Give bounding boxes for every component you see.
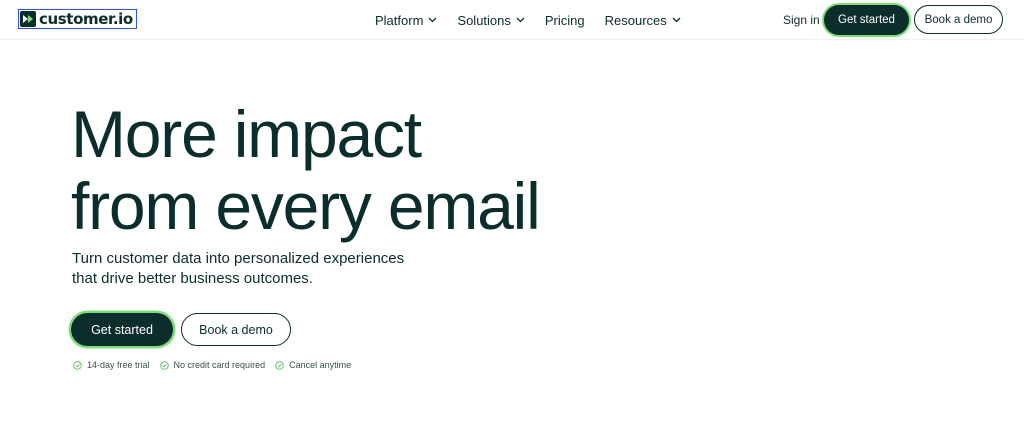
perks-list: 14-day free trial No credit card require… — [73, 360, 351, 370]
hero-title-line-1: More impact — [71, 97, 422, 171]
site-header: customer.io Platform Solutions Pricing R… — [0, 0, 1024, 40]
chevron-down-icon — [516, 17, 525, 23]
perk-label: No credit card required — [173, 360, 266, 370]
hero-subtitle: Turn customer data into personalized exp… — [72, 250, 405, 287]
check-circle-icon — [159, 360, 169, 370]
header-get-started-button[interactable]: Get started — [824, 5, 909, 35]
header-book-demo-button[interactable]: Book a demo — [914, 5, 1003, 34]
main-nav: Platform Solutions Pricing Resources — [375, 0, 681, 40]
nav-item-label: Pricing — [544, 12, 585, 28]
perk-item: No credit card required — [159, 360, 266, 370]
nav-item-label: Platform — [375, 12, 424, 28]
customerio-logo-icon — [20, 11, 36, 27]
perk-label: 14-day free trial — [87, 360, 150, 370]
nav-item-resources[interactable]: Resources — [605, 13, 681, 28]
nav-item-label: Resources — [604, 12, 667, 28]
perk-item: Cancel anytime — [275, 360, 351, 370]
hero-title: More impact from every email — [71, 97, 541, 243]
brand-name: customer.io — [39, 9, 133, 28]
check-circle-icon — [275, 360, 284, 370]
nav-item-pricing[interactable]: Pricing — [545, 13, 585, 28]
sign-in-link[interactable]: Sign in — [783, 12, 820, 28]
nav-item-label: Solutions — [457, 12, 511, 28]
check-circle-icon — [73, 360, 82, 370]
nav-item-solutions[interactable]: Solutions — [457, 12, 525, 28]
hero-get-started-button[interactable]: Get started — [71, 313, 173, 346]
hero-book-demo-button[interactable]: Book a demo — [181, 313, 291, 346]
chevron-down-icon — [672, 17, 681, 23]
hero-title-line-2: from every email — [71, 169, 541, 243]
perk-item: 14-day free trial — [73, 360, 150, 370]
nav-item-platform[interactable]: Platform — [375, 13, 437, 28]
perk-label: Cancel anytime — [289, 360, 352, 370]
chevron-down-icon — [428, 17, 437, 23]
brand-logo[interactable]: customer.io — [18, 9, 137, 29]
